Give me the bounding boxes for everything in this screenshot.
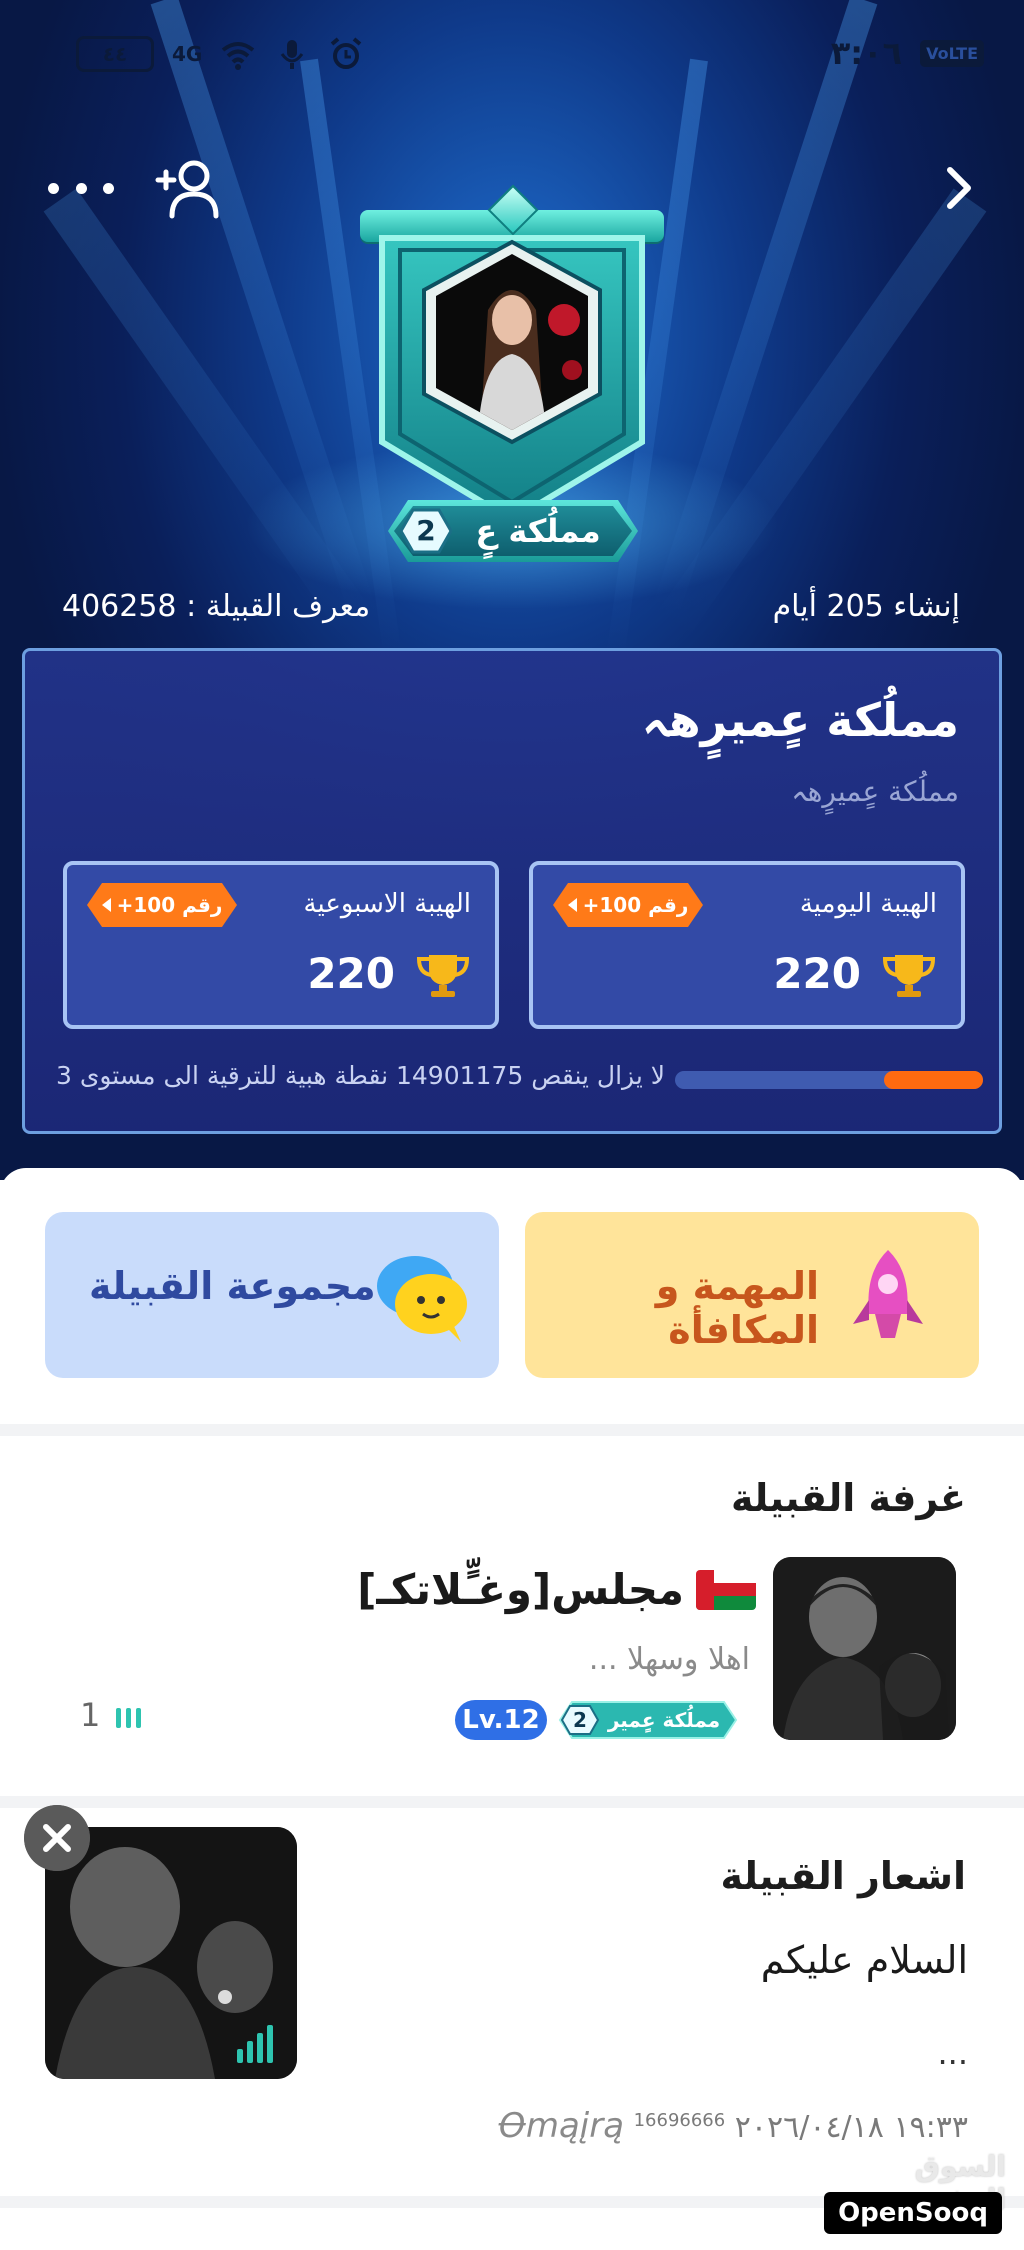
battery-icon: ٤٤ [76, 36, 154, 72]
microphone-icon [281, 40, 304, 69]
tribe-badge-name: مملُكة عٍ [475, 512, 601, 550]
tribe-room-title: غرفة القبيلة [731, 1476, 966, 1520]
tribe-info-panel: مملُكة عٍميرٍهہ مملُكة عٍميرٍهہ الهيبة ا… [22, 648, 1002, 1134]
more-dots-icon [103, 182, 114, 194]
audio-bars-icon [116, 1708, 141, 1728]
created-days: إنشاء 205 أيام [772, 589, 960, 624]
couple-photo [773, 1557, 956, 1740]
wifi-icon [222, 42, 255, 70]
watermark: السوق المفتوح OpenSooq [816, 2150, 1006, 2240]
volte-badge: VoLTE [920, 39, 984, 67]
status-bar: ٤٤ 4G ٣:٠٦ VoLTE [0, 30, 1024, 86]
audio-bars-icon [237, 2025, 273, 2063]
more-dots-icon [75, 182, 87, 194]
room-name-text: مجلس[وغـٍّلاتکـ] [357, 1565, 684, 1614]
daily-prestige-label: الهيبة اليومية [799, 889, 937, 919]
weekly-rank-text: رقم 100+ [116, 893, 223, 917]
tribe-level-plate: 2 مملُكة عٍ [388, 500, 638, 562]
add-user-icon[interactable] [150, 158, 220, 220]
weekly-prestige-card[interactable]: الهيبة الاسبوعية رقم 100+ 220 [63, 861, 499, 1029]
tribe-name: مملُكة عٍميرٍهہ [641, 693, 959, 747]
upgrade-progress-text: لا يزال ينقص 14901175 نقطة هبية للترقية … [55, 1061, 665, 1090]
section-divider [0, 1424, 1024, 1436]
room-description: اهلا وسهلا ... [588, 1642, 750, 1677]
light-beam [43, 188, 375, 638]
tribe-group-button[interactable]: مجموعة القبيلة [45, 1212, 499, 1378]
notice-user-id: 16696666 [633, 2110, 726, 2131]
tribe-subtitle: مملُكة عٍميرٍهہ [791, 775, 959, 808]
upgrade-progress-bar [675, 1071, 983, 1089]
rocket-icon [853, 1250, 923, 1338]
room-level-badge: Lv.12 [455, 1700, 547, 1740]
tribe-meta: إنشاء 205 أيام معرف القبيلة : 406258 [0, 585, 1024, 633]
watermark-brand: OpenSooq [824, 2192, 1002, 2234]
chat-bubble-icon [377, 1256, 467, 1342]
chevron-right-icon[interactable] [940, 160, 980, 216]
notice-meta: ١٩:٣٣ ٢٠٢٦/٠٤/١٨ 16696666 Ꝋmąįrą [498, 2106, 968, 2146]
tribe-id: معرف القبيلة : 406258 [62, 589, 371, 624]
section-divider [0, 1796, 1024, 1808]
notice-more[interactable]: ... [937, 2034, 968, 2072]
task-reward-label: المهمة و المكافأة [655, 1264, 819, 1352]
tribe-group-label: مجموعة القبيلة [89, 1264, 376, 1308]
upgrade-progress-fill [884, 1071, 983, 1089]
notice-text: السلام عليكم [760, 1938, 968, 1982]
tribe-level-number: 2 [416, 514, 436, 547]
trophy-icon [416, 955, 470, 997]
light-beam [655, 188, 987, 638]
trophy-icon [882, 955, 936, 997]
weekly-prestige-label: الهيبة الاسبوعية [303, 889, 471, 919]
task-reward-button[interactable]: المهمة و المكافأة [525, 1212, 979, 1378]
room-tag-level: 2 [573, 1708, 587, 1732]
notice-username[interactable]: Ꝋmąįrą [498, 2106, 624, 2146]
tribe-avatar [436, 254, 588, 430]
network-type: 4G [172, 42, 203, 66]
more-dots-icon [48, 182, 59, 194]
arrow-left-icon [567, 898, 577, 912]
notice-datetime: ١٩:٣٣ ٢٠٢٦/٠٤/١٨ [734, 2110, 968, 2145]
room-tag-name: مملُكة عٍمير [607, 1708, 721, 1732]
weekly-prestige-value: 220 [307, 949, 395, 998]
room-cover-image[interactable] [773, 1557, 956, 1740]
room-listener-count: 1 [80, 1696, 101, 1734]
weekly-rank-badge: رقم 100+ [87, 883, 237, 927]
arrow-left-icon [101, 898, 111, 912]
oman-flag-icon [696, 1569, 756, 1610]
daily-rank-text: رقم 100+ [582, 893, 689, 917]
daily-prestige-card[interactable]: الهيبة اليومية رقم 100+ 220 [529, 861, 965, 1029]
more-options-button[interactable] [48, 168, 114, 208]
clock: ٣:٠٦ [830, 34, 903, 72]
notice-video-thumbnail[interactable] [45, 1827, 297, 2079]
daily-rank-badge: رقم 100+ [553, 883, 703, 927]
alarm-icon [331, 37, 362, 69]
room-name[interactable]: مجلس[وغـٍّلاتکـ] [357, 1565, 756, 1614]
tribe-notice-title: اشعار القبيلة [720, 1854, 966, 1898]
close-icon[interactable] [24, 1805, 90, 1871]
daily-prestige-value: 220 [773, 949, 861, 998]
